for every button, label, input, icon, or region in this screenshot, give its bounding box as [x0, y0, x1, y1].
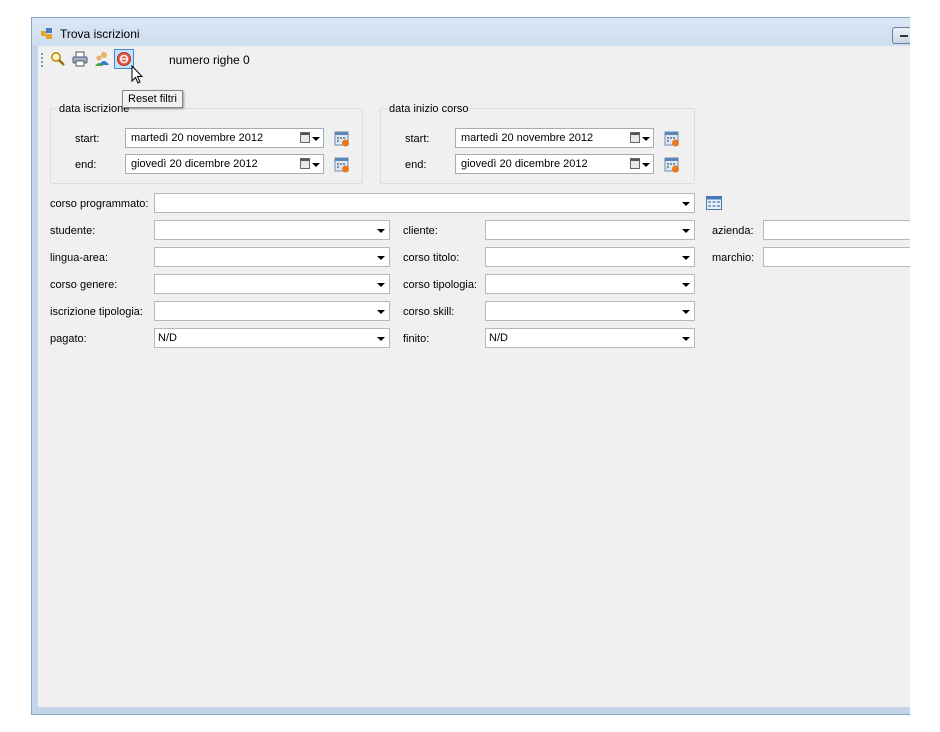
combo-value: N/D [158, 332, 177, 344]
corso-genere-combo[interactable] [154, 274, 390, 294]
start-label: start: [75, 133, 100, 145]
chevron-down-icon [682, 283, 690, 287]
corso-skill-label: corso skill: [403, 306, 455, 318]
tooltip: Reset filtri [122, 90, 183, 108]
window-border-bottom [32, 707, 910, 714]
corso-titolo-label: corso titolo: [403, 252, 460, 264]
chevron-down-icon [682, 202, 690, 206]
iscrizione-end-date-picker[interactable]: giovedì 20 dicembre 2012 [125, 154, 324, 174]
azienda-input[interactable] [763, 220, 910, 240]
chevron-down-icon [312, 137, 320, 141]
calendar-icon [630, 132, 640, 143]
lingua-area-combo[interactable] [154, 247, 390, 267]
toolbar-grip[interactable] [41, 53, 43, 67]
iscrizione-start-date-picker[interactable]: martedì 20 novembre 2012 [125, 128, 324, 148]
corso-programmato-label: corso programmato: [50, 198, 149, 210]
data-iscrizione-group: data iscrizione start: martedì 20 novemb… [50, 103, 363, 184]
corso-tipologia-combo[interactable] [485, 274, 695, 294]
iscrizione-tipologia-combo[interactable] [154, 301, 390, 321]
chevron-down-icon [377, 337, 385, 341]
corso-skill-combo[interactable] [485, 301, 695, 321]
cliente-combo[interactable] [485, 220, 695, 240]
calendar-button-icon[interactable] [664, 131, 680, 147]
title-bar[interactable]: Trova iscrizioni [32, 18, 910, 46]
marchio-input[interactable] [763, 247, 910, 267]
users-button[interactable] [92, 49, 112, 69]
group-legend: data iscrizione [58, 103, 131, 115]
chevron-down-icon [312, 163, 320, 167]
corso-tipologia-label: corso tipologia: [403, 279, 477, 291]
date-value: giovedì 20 dicembre 2012 [461, 158, 588, 170]
pagato-label: pagato: [50, 333, 87, 345]
finito-combo[interactable]: N/D [485, 328, 695, 348]
cliente-label: cliente: [403, 225, 438, 237]
calendar-button-icon[interactable] [334, 131, 350, 147]
chevron-down-icon [682, 310, 690, 314]
corso-titolo-combo[interactable] [485, 247, 695, 267]
corso-start-date-picker[interactable]: martedì 20 novembre 2012 [455, 128, 654, 148]
iscrizione-tipologia-label: iscrizione tipologia: [50, 306, 143, 318]
chevron-down-icon [377, 229, 385, 233]
start-label: start: [405, 133, 430, 145]
studente-label: studente: [50, 225, 96, 237]
chevron-down-icon [377, 256, 385, 260]
chevron-down-icon [377, 283, 385, 287]
calendar-button-icon[interactable] [334, 157, 350, 173]
combo-value: N/D [489, 332, 508, 344]
row-count-label: numero righe 0 [169, 53, 250, 67]
grid-lookup-icon[interactable] [706, 196, 722, 210]
print-icon [72, 51, 88, 67]
corso-genere-label: corso genere: [50, 279, 118, 291]
users-icon [95, 52, 109, 66]
window-title: Trova iscrizioni [60, 27, 140, 41]
date-value: martedì 20 novembre 2012 [131, 132, 264, 144]
finito-label: finito: [403, 333, 430, 345]
reset-icon [117, 52, 131, 66]
search-icon [51, 52, 65, 66]
group-legend: data inizio corso [388, 103, 470, 115]
chevron-down-icon [377, 310, 385, 314]
app-icon [41, 28, 52, 39]
calendar-button-icon[interactable] [664, 157, 680, 173]
form-client-area: numero righe 0 data iscrizione start: ma… [38, 46, 910, 707]
marchio-label: marchio: [712, 252, 755, 264]
calendar-icon [300, 132, 310, 143]
date-value: martedì 20 novembre 2012 [461, 132, 594, 144]
corso-end-date-picker[interactable]: giovedì 20 dicembre 2012 [455, 154, 654, 174]
print-button[interactable] [70, 49, 90, 69]
trova-iscrizioni-window: Trova iscrizioni numero righe 0 data isc… [31, 17, 910, 715]
azienda-label: azienda: [712, 225, 754, 237]
data-inizio-corso-group: data inizio corso start: martedì 20 nove… [380, 103, 695, 184]
calendar-icon [300, 158, 310, 169]
chevron-down-icon [642, 163, 650, 167]
chevron-down-icon [682, 337, 690, 341]
chevron-down-icon [682, 229, 690, 233]
date-value: giovedì 20 dicembre 2012 [131, 158, 258, 170]
calendar-icon [630, 158, 640, 169]
end-label: end: [75, 159, 97, 171]
corso-programmato-combo[interactable] [154, 193, 695, 213]
pagato-combo[interactable]: N/D [154, 328, 390, 348]
minimize-button[interactable] [892, 27, 910, 44]
end-label: end: [405, 159, 427, 171]
chevron-down-icon [642, 137, 650, 141]
studente-combo[interactable] [154, 220, 390, 240]
search-button[interactable] [48, 49, 68, 69]
lingua-area-label: lingua-area: [50, 252, 109, 264]
mouse-cursor-icon [131, 65, 144, 84]
chevron-down-icon [682, 256, 690, 260]
